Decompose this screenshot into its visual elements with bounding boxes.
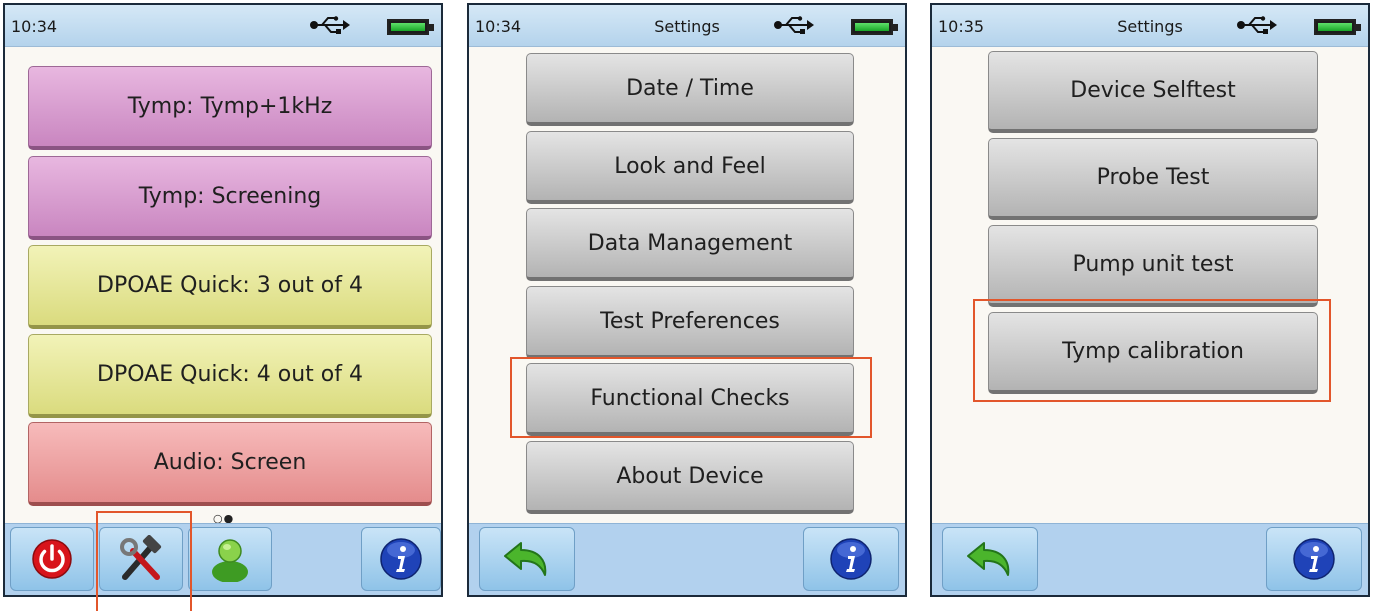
settings-item-about-device[interactable]: About Device <box>526 441 854 514</box>
settings-screen: 10:34 Settings Date / Time Look and Feel… <box>467 3 907 597</box>
usb-icon <box>1237 16 1277 34</box>
check-item-pump-unit-test[interactable]: Pump unit test <box>988 225 1318 307</box>
info-button[interactable] <box>361 527 441 591</box>
main-menu-screen: 10:34 Tymp: Tymp+1kHz Tymp: Screening DP… <box>3 3 443 597</box>
back-arrow-icon <box>504 542 547 576</box>
status-bar: 10:35 Settings <box>932 5 1368 47</box>
status-title: Settings <box>654 17 720 36</box>
menu-button-tymp-1khz[interactable]: Tymp: Tymp+1kHz <box>28 66 432 150</box>
back-button[interactable] <box>942 527 1038 591</box>
tools-icon <box>120 535 162 580</box>
usb-icon <box>774 16 814 34</box>
battery-icon <box>851 19 893 35</box>
menu-button-label: DPOAE Quick: 4 out of 4 <box>97 362 363 387</box>
back-arrow-icon <box>967 542 1010 576</box>
info-icon <box>380 538 422 580</box>
status-bar: 10:34 Settings <box>469 5 905 47</box>
check-item-label: Device Selftest <box>1070 78 1236 103</box>
settings-item-label: About Device <box>616 463 764 489</box>
status-bar: 10:34 <box>5 5 441 47</box>
status-title: Settings <box>1117 17 1183 36</box>
settings-tools-button[interactable] <box>99 527 183 591</box>
toolbar <box>5 523 441 595</box>
check-item-label: Tymp calibration <box>1062 339 1244 364</box>
toolbar <box>469 523 905 595</box>
menu-button-tymp-screening[interactable]: Tymp: Screening <box>28 156 432 240</box>
menu-button-dpoae-3of4[interactable]: DPOAE Quick: 3 out of 4 <box>28 245 432 329</box>
usb-icon <box>310 16 350 34</box>
power-button[interactable] <box>10 527 94 591</box>
menu-button-label: Tymp: Screening <box>138 184 322 209</box>
check-item-label: Probe Test <box>1096 165 1210 190</box>
settings-item-label: Data Management <box>587 230 793 256</box>
settings-item-functional-checks[interactable]: Functional Checks <box>526 363 854 436</box>
toolbar <box>932 523 1368 595</box>
info-icon <box>830 538 872 580</box>
check-item-probe-test[interactable]: Probe Test <box>988 138 1318 220</box>
menu-button-label: Audio: Screen <box>153 450 307 475</box>
settings-item-look-and-feel[interactable]: Look and Feel <box>526 131 854 204</box>
info-button[interactable] <box>1266 527 1362 591</box>
check-item-device-selftest[interactable]: Device Selftest <box>988 51 1318 133</box>
battery-icon <box>1314 19 1356 35</box>
battery-icon <box>387 19 429 35</box>
back-button[interactable] <box>479 527 575 591</box>
menu-button-dpoae-4of4[interactable]: DPOAE Quick: 4 out of 4 <box>28 334 432 418</box>
info-icon <box>1293 538 1335 580</box>
check-item-label: Pump unit test <box>1072 252 1234 277</box>
functional-checks-screen: 10:35 Settings Device Selftest Probe Tes… <box>930 3 1370 597</box>
settings-item-test-preferences[interactable]: Test Preferences <box>526 286 854 359</box>
settings-item-label: Look and Feel <box>614 153 766 179</box>
user-icon <box>212 539 248 582</box>
power-icon <box>32 539 72 579</box>
menu-button-label: DPOAE Quick: 3 out of 4 <box>97 273 363 298</box>
settings-item-label: Date / Time <box>626 75 754 101</box>
settings-item-label: Functional Checks <box>590 385 790 411</box>
status-time: 10:34 <box>11 17 58 36</box>
settings-item-label: Test Preferences <box>600 308 780 334</box>
menu-button-audio-screen[interactable]: Audio: Screen <box>28 422 432 506</box>
user-button[interactable] <box>188 527 272 591</box>
menu-button-label: Tymp: Tymp+1kHz <box>127 94 333 119</box>
settings-item-data-management[interactable]: Data Management <box>526 208 854 281</box>
settings-item-date-time[interactable]: Date / Time <box>526 53 854 126</box>
check-item-tymp-calibration[interactable]: Tymp calibration <box>988 312 1318 394</box>
info-button[interactable] <box>803 527 899 591</box>
